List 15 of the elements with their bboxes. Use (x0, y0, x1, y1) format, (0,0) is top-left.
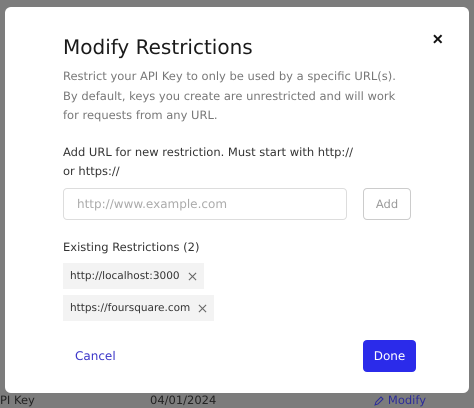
remove-icon[interactable] (198, 304, 208, 312)
pencil-icon (374, 396, 384, 406)
restriction-url: http://localhost:3000 (70, 270, 180, 282)
url-label: Add URL for new restriction. Must start with http:// or https:// (63, 144, 354, 180)
existing-restrictions-label: Existing Restrictions (2) (63, 238, 200, 256)
key-name: PI Key (0, 394, 36, 407)
url-input-field[interactable]: http://www.example.com (63, 188, 347, 220)
done-button[interactable]: Done (363, 340, 416, 372)
dialog-description: Restrict your API Key to only be used by a specific URL(s). By default, keys you create are unrestricted and will work for requests from any URL. (63, 68, 397, 124)
remove-icon[interactable] (188, 272, 197, 280)
dialog-title: Modify Restrictions (63, 35, 253, 59)
date-text: 04/01/2024 (150, 394, 218, 407)
close-button[interactable]: × (430, 29, 445, 49)
cancel-button[interactable]: Cancel (63, 349, 128, 363)
restriction-url: https://foursquare.com (70, 302, 190, 314)
